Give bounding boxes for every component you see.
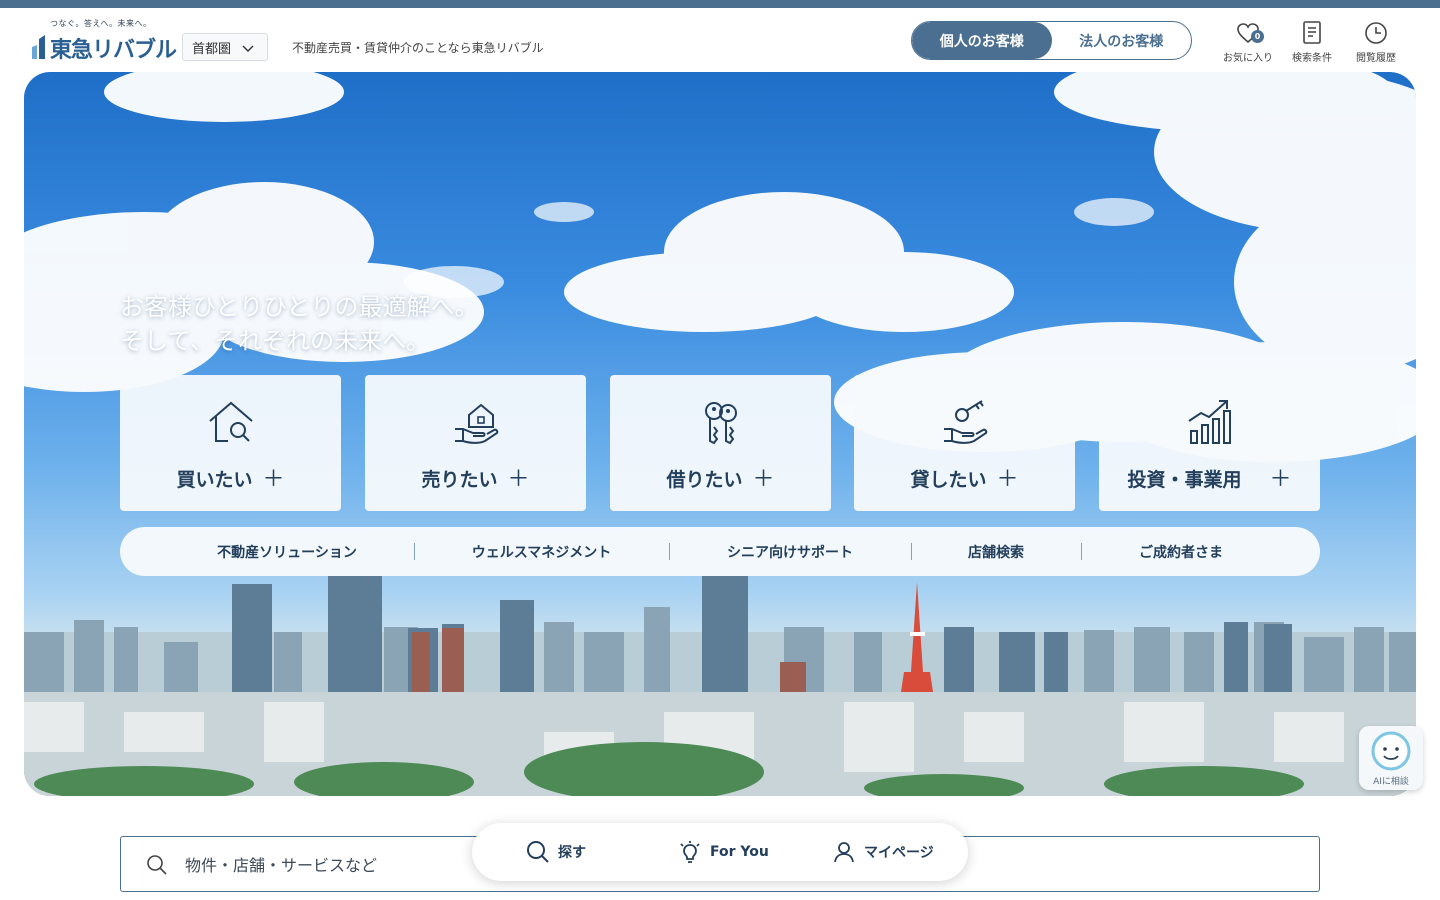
history-button[interactable]: 閲覧履歴 <box>1346 20 1406 70</box>
plus-icon: ＋ <box>1269 467 1292 492</box>
category-lend-label: 貸したい <box>910 469 987 491</box>
link-wealth-management[interactable]: ウェルスマネジメント <box>414 527 669 576</box>
favorites-count-badge: 0 <box>1251 30 1264 43</box>
smiley-face-icon <box>1371 731 1411 771</box>
tab-corporate-customers[interactable]: 法人のお客様 <box>1052 22 1192 59</box>
link-store-search[interactable]: 店舗検索 <box>911 527 1081 576</box>
hero-copy-line-1: お客様ひとりひとりの最適解へ。 <box>120 293 479 321</box>
tab-individual-customers[interactable]: 個人のお客様 <box>912 22 1052 59</box>
plus-icon: ＋ <box>262 467 285 492</box>
nav-for-you-label: For You <box>710 844 769 860</box>
header-description: 不動産売買・賃貸仲介のことなら東急リバブル <box>292 41 544 55</box>
brand-logo[interactable]: つなぐ。答えへ。未来へ。 東急リバブル <box>30 18 177 68</box>
floating-bottom-nav: 探す For You マイページ <box>472 823 968 881</box>
key-hand-icon <box>943 400 987 444</box>
category-buy-card[interactable]: 買いたい ＋ <box>120 375 341 511</box>
nav-my-page-label: マイページ <box>864 845 934 861</box>
plus-icon: ＋ <box>507 467 530 492</box>
ai-consult-label: AIに相談 <box>1373 777 1409 787</box>
hero-copy: お客様ひとりひとりの最適解へ。 そして、それぞれの未来へ。 <box>120 290 479 358</box>
nav-search-label: 探す <box>558 845 586 861</box>
favorites-label: お気に入り <box>1223 53 1273 64</box>
category-lend-card[interactable]: 貸したい ＋ <box>854 375 1075 511</box>
category-sell-label: 売りたい <box>421 469 498 491</box>
search-icon <box>147 855 167 875</box>
keys-icon <box>704 402 737 445</box>
hero-section: お客様ひとりひとりの最適解へ。 そして、それぞれの未来へ。 買いたい ＋ 売りたい… <box>24 72 1416 796</box>
region-value: 首都圏 <box>192 41 232 57</box>
plus-icon: ＋ <box>996 467 1019 492</box>
category-invest-label: 投資・事業用 <box>1127 469 1242 491</box>
logo-mark-icon <box>32 35 45 59</box>
nav-search[interactable]: 探す <box>526 823 586 881</box>
category-buy-label: 買いたい <box>176 469 253 491</box>
plus-icon: ＋ <box>752 467 775 492</box>
brand-name: 東急リバブル <box>50 38 177 63</box>
history-label: 閲覧履歴 <box>1356 53 1396 64</box>
link-real-estate-solutions[interactable]: 不動産ソリューション <box>120 527 454 576</box>
bar-chart-icon <box>1187 400 1231 444</box>
chevron-down-icon <box>242 45 254 52</box>
house-search-icon <box>208 401 253 442</box>
category-sell-card[interactable]: 売りたい ＋ <box>365 375 586 511</box>
nav-my-page[interactable]: マイページ <box>832 823 934 881</box>
service-sub-nav: 不動産ソリューション ウェルスマネジメント シニア向けサポート 店舗検索 ご成約… <box>120 527 1320 576</box>
saved-searches-label: 検索条件 <box>1292 53 1332 64</box>
search-icon <box>527 841 549 863</box>
user-icon <box>834 842 854 863</box>
clock-icon <box>1365 22 1387 44</box>
hero-copy-line-2: そして、それぞれの未来へ。 <box>120 327 431 355</box>
ai-consult-button[interactable]: AIに相談 <box>1359 726 1423 790</box>
link-contracted-customers[interactable]: ご成約者さま <box>1081 527 1281 576</box>
document-icon <box>1303 21 1321 44</box>
customer-type-toggle: 個人のお客様 法人のお客様 <box>911 21 1192 60</box>
top-stripe <box>0 0 1440 8</box>
nav-for-you[interactable]: For You <box>678 823 769 881</box>
category-rent-label: 借りたい <box>666 469 743 491</box>
brand-tagline: つなぐ。答えへ。未来へ。 <box>50 19 152 28</box>
category-invest-card[interactable]: 投資・事業用 ＋ <box>1099 375 1320 511</box>
region-select[interactable]: 首都圏 <box>182 33 268 61</box>
favorites-button[interactable]: 0 お気に入り <box>1218 20 1278 70</box>
link-senior-support[interactable]: シニア向けサポート <box>669 527 911 576</box>
house-hand-icon <box>454 403 498 444</box>
site-header: つなぐ。答えへ。未来へ。 東急リバブル 首都圏 不動産売買・賃貸仲介のことなら東… <box>0 8 1440 72</box>
category-rent-card[interactable]: 借りたい ＋ <box>610 375 831 511</box>
lightbulb-icon <box>680 841 700 863</box>
saved-searches-button[interactable]: 検索条件 <box>1282 20 1342 70</box>
